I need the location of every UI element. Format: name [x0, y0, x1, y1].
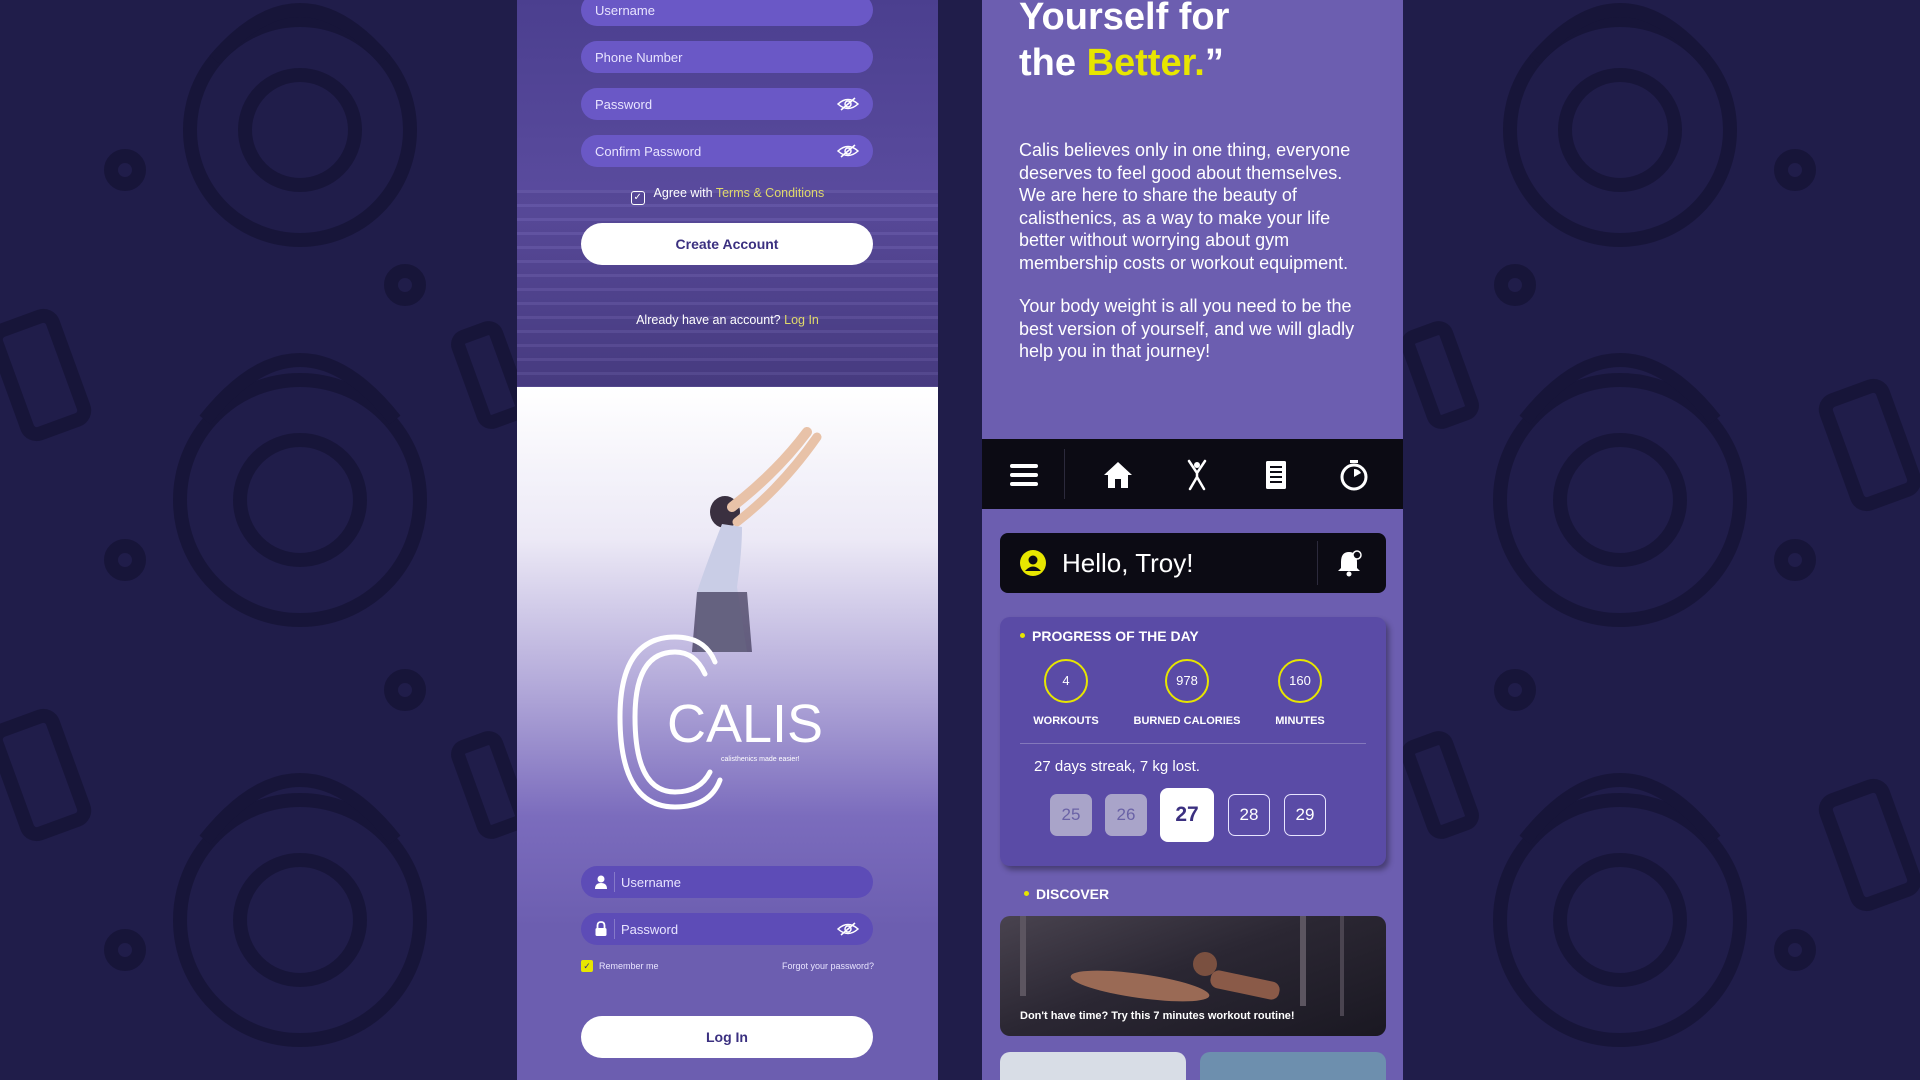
login-section: CALIS calisthenics made easier! Username… — [517, 387, 938, 1080]
login-username-placeholder: Username — [621, 874, 681, 890]
greeting-text: Hello, Troy! — [1062, 548, 1194, 578]
quote-line-2-prefix: the — [1019, 42, 1076, 84]
signup-username-field[interactable]: Username — [581, 0, 873, 26]
progress-card: PROGRESS OF THE DAY 4 WORKOUTS 978 BURNE… — [1000, 617, 1386, 866]
day-25[interactable]: 25 — [1050, 794, 1092, 836]
stat-minutes: 160 MINUTES — [1240, 659, 1360, 727]
progress-title: PROGRESS OF THE DAY — [1020, 628, 1199, 644]
discover-card-2[interactable] — [1000, 1052, 1186, 1080]
signup-confirm-placeholder: Confirm Password — [595, 143, 702, 159]
stat-value: 160 — [1278, 659, 1322, 703]
remember-me[interactable]: ✓ Remember me — [581, 960, 659, 972]
notification-bell-icon[interactable] — [1334, 548, 1364, 578]
create-account-button[interactable]: Create Account — [581, 223, 873, 265]
logo-tagline: calisthenics made easier! — [721, 756, 800, 763]
app-screens: Yourself for the Better.” Calis believes… — [982, 0, 1403, 1080]
stat-label: BURNED CALORIES — [1133, 715, 1241, 727]
field-divider — [614, 872, 615, 892]
already-text: Already have an account? — [636, 313, 781, 327]
discover-caption: Don't have time? Try this 7 minutes work… — [1020, 1010, 1295, 1022]
home-icon[interactable] — [1102, 459, 1134, 491]
discover-title: DISCOVER — [1024, 886, 1109, 902]
login-username-field[interactable]: Username — [581, 866, 873, 898]
login-password-field[interactable]: Password — [581, 913, 873, 945]
day-26[interactable]: 26 — [1105, 794, 1147, 836]
bullet-dot — [1024, 891, 1029, 896]
progress-divider — [1020, 743, 1366, 744]
signup-phone-placeholder: Phone Number — [595, 49, 683, 65]
signup-phone-field[interactable]: Phone Number — [581, 41, 873, 73]
eye-hidden-icon[interactable] — [837, 96, 859, 112]
signup-background-photo — [517, 190, 938, 387]
agree-text: Agree with — [653, 186, 713, 200]
eye-hidden-icon[interactable] — [837, 143, 859, 159]
streak-text: 27 days streak, 7 kg lost. — [1034, 758, 1200, 775]
quote-line-2: the Better.” — [1019, 40, 1229, 86]
login-button[interactable]: Log In — [581, 1016, 873, 1058]
eye-hidden-icon[interactable] — [837, 921, 859, 937]
signup-password-field[interactable]: Password — [581, 88, 873, 120]
about-paragraph-1: Calis believes only in one thing, everyo… — [1019, 140, 1351, 273]
discover-card-3[interactable] — [1200, 1052, 1386, 1080]
navbar-divider — [1064, 449, 1065, 499]
remember-me-checkbox[interactable]: ✓ — [581, 960, 593, 972]
about-paragraph-2: Your body weight is all you need to be t… — [1019, 296, 1355, 361]
signup-section: Username Phone Number Password Confirm P… — [517, 0, 938, 387]
terms-checkbox[interactable]: ✓ — [630, 191, 645, 205]
terms-link[interactable]: Terms & Conditions — [716, 186, 824, 200]
remember-me-label: Remember me — [599, 961, 659, 971]
stat-value: 4 — [1044, 659, 1088, 703]
auth-screens: Username Phone Number Password Confirm P… — [517, 0, 938, 1080]
discover-workout-card[interactable]: Don't have time? Try this 7 minutes work… — [1000, 916, 1386, 1036]
logo-text: CALIS — [667, 694, 823, 754]
signup-password-placeholder: Password — [595, 96, 653, 112]
quote-accent-word: Better. — [1086, 42, 1205, 84]
user-avatar-icon[interactable] — [1020, 550, 1046, 576]
day-29[interactable]: 29 — [1284, 794, 1326, 836]
signup-login-link[interactable]: Log In — [784, 313, 819, 327]
greeting-bar: Hello, Troy! — [1000, 533, 1386, 593]
bottom-navbar — [982, 439, 1403, 509]
signup-confirm-password-field[interactable]: Confirm Password — [581, 135, 873, 167]
timer-icon[interactable] — [1338, 459, 1370, 491]
list-icon[interactable] — [1260, 459, 1292, 491]
background-pattern — [0, 3, 1920, 1047]
progress-title-text: PROGRESS OF THE DAY — [1032, 628, 1199, 644]
stat-label: MINUTES — [1275, 715, 1325, 727]
stat-burned-calories: 978 BURNED CALORIES — [1127, 659, 1247, 727]
forgot-password-link[interactable]: Forgot your password? — [782, 961, 874, 971]
stretching-woman-photo — [692, 427, 822, 652]
day-27-today[interactable]: 27 — [1160, 788, 1214, 842]
stat-label: WORKOUTS — [1033, 715, 1099, 727]
day-28[interactable]: 28 — [1228, 794, 1270, 836]
user-icon — [595, 875, 607, 889]
menu-icon[interactable] — [1008, 459, 1040, 491]
already-have-account: Already have an account? Log In — [517, 313, 938, 327]
quote-heading: Yourself for the Better.” — [1019, 0, 1229, 86]
greeting-divider — [1317, 541, 1318, 585]
stat-workouts: 4 WORKOUTS — [1006, 659, 1126, 727]
terms-agreement: ✓ Agree with Terms & Conditions — [517, 186, 938, 205]
quote-line-1: Yourself for — [1019, 0, 1230, 38]
login-password-placeholder: Password — [621, 921, 679, 937]
exercise-icon[interactable] — [1181, 459, 1213, 491]
field-divider — [614, 919, 615, 939]
lock-icon — [595, 921, 607, 936]
calis-logo: CALIS calisthenics made easier! — [617, 634, 823, 810]
discover-title-text: DISCOVER — [1036, 886, 1110, 902]
stat-value: 978 — [1165, 659, 1209, 703]
bullet-dot — [1020, 633, 1025, 638]
quote-close-mark: ” — [1204, 42, 1224, 84]
signup-username-placeholder: Username — [595, 2, 655, 18]
